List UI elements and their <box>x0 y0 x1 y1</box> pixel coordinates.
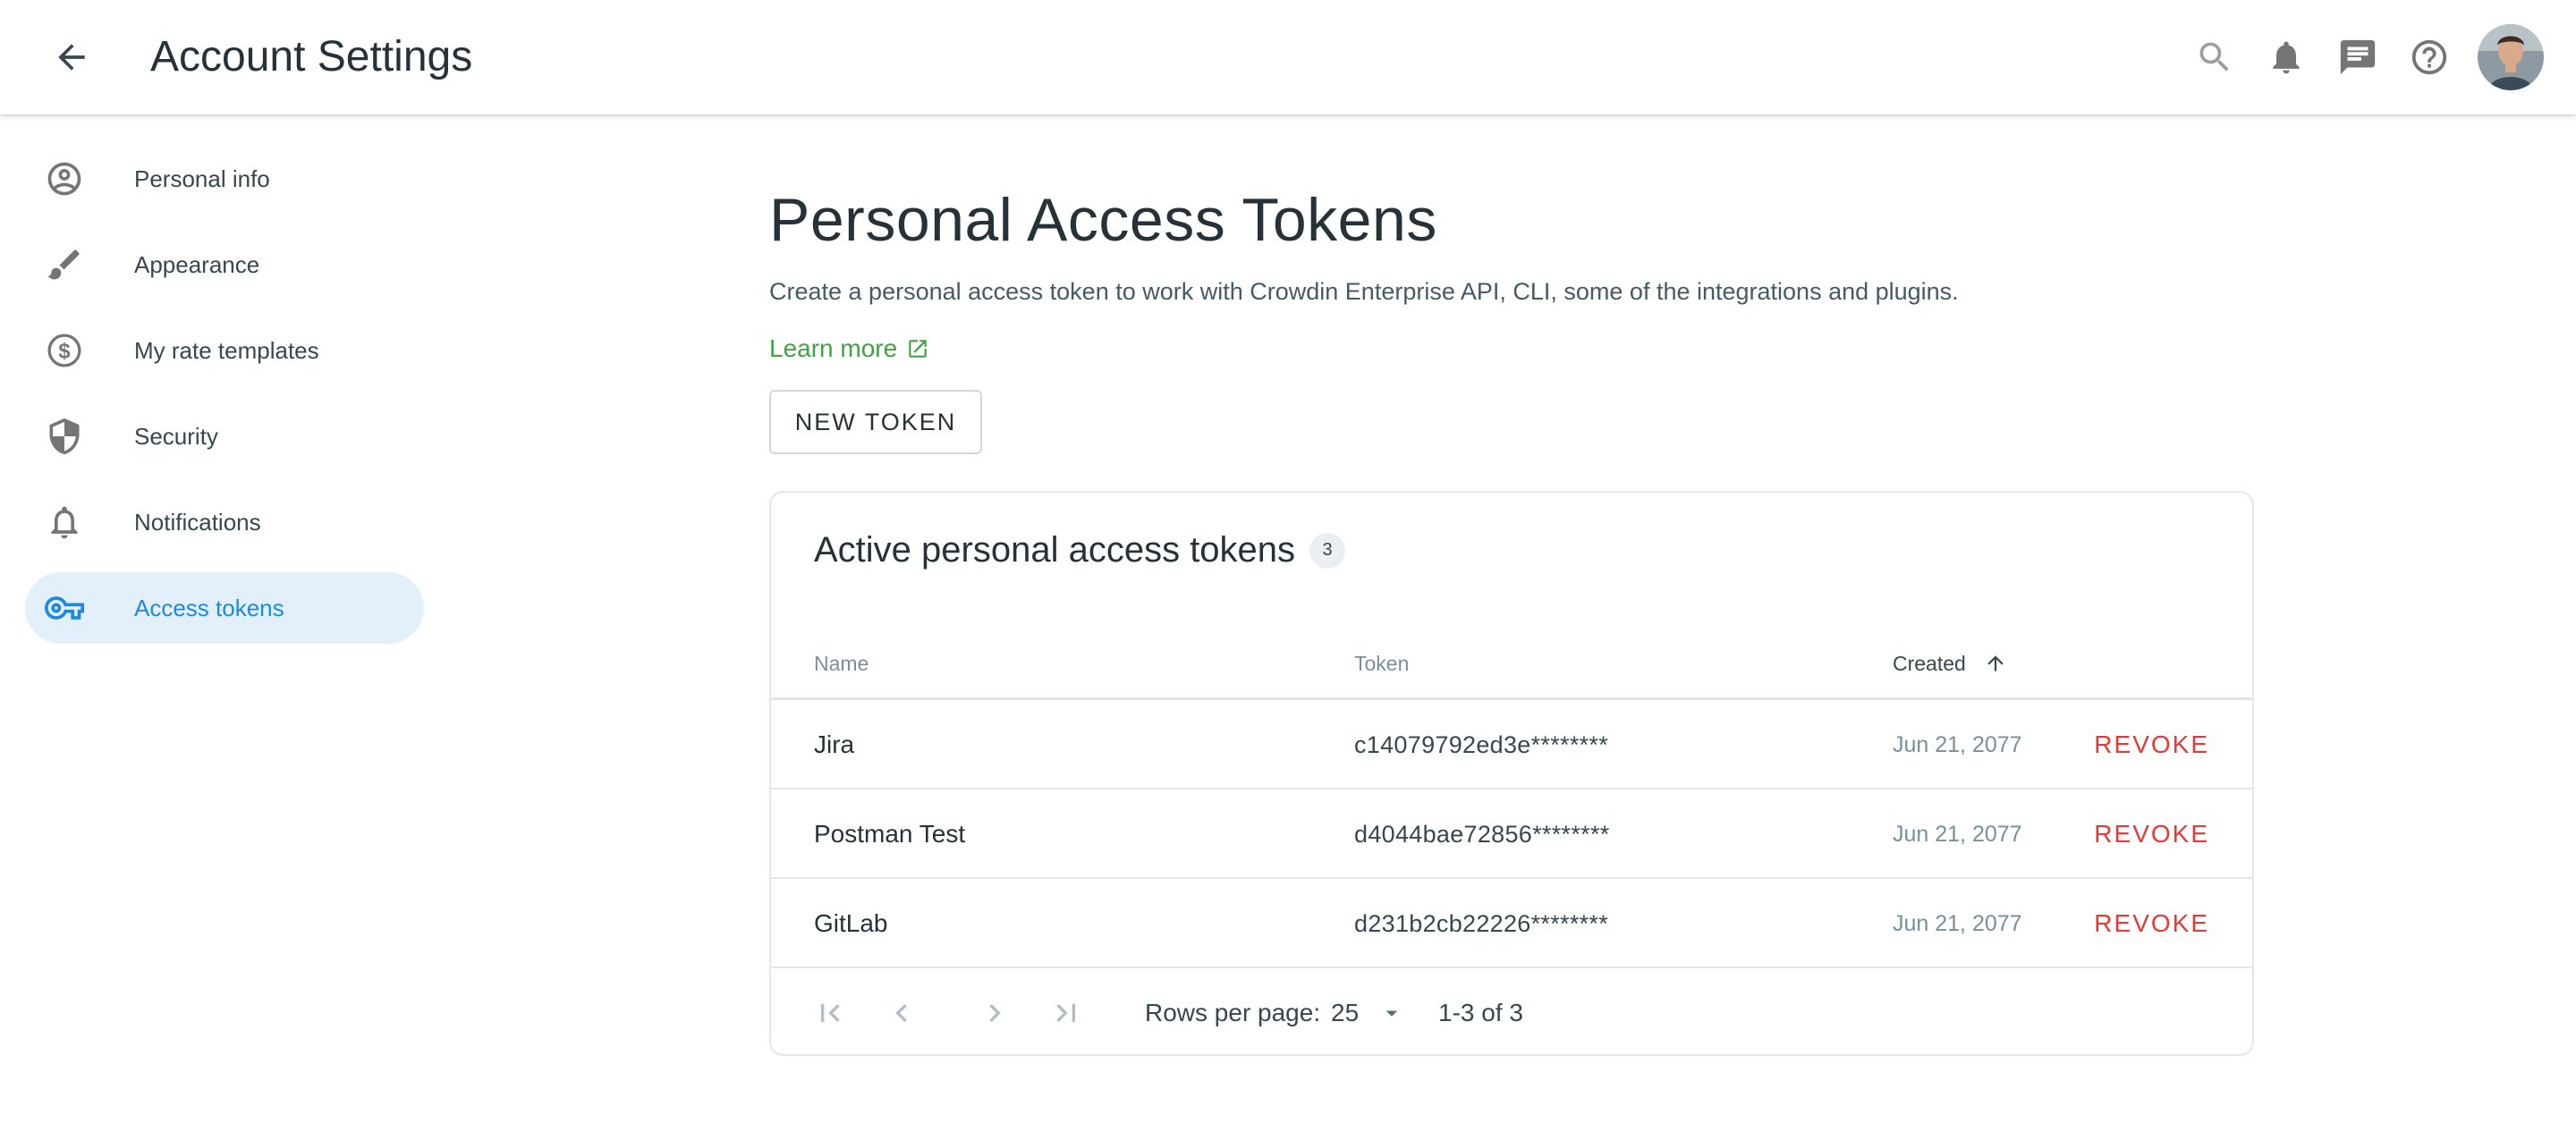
search-button[interactable] <box>2179 21 2250 93</box>
open-in-new-icon <box>906 337 929 360</box>
sidebar-item-personal-info[interactable]: Personal info <box>25 143 424 215</box>
card-header: Active personal access tokens 3 <box>814 530 1346 570</box>
pagination-range: 1-3 of 3 <box>1438 999 1523 1026</box>
tokens-card: Active personal access tokens 3 Name Tok… <box>769 491 2254 1056</box>
chevron-left-icon <box>895 1004 907 1022</box>
sidebar-item-notifications[interactable]: Notifications <box>25 486 424 558</box>
help-button[interactable] <box>2394 21 2465 93</box>
app-title: Account Settings <box>150 33 473 80</box>
token-name: GitLab <box>814 909 888 937</box>
card-title: Active personal access tokens <box>814 530 1296 570</box>
table-header: Name Token Created <box>771 627 2252 700</box>
sidebar-item-appearance[interactable]: Appearance <box>25 229 424 300</box>
revoke-button[interactable]: REVOKE <box>2094 879 2209 968</box>
token-name: Postman Test <box>814 820 966 848</box>
chat-icon <box>2340 39 2376 75</box>
chevron-right-icon <box>989 1004 1001 1022</box>
token-created: Jun 21, 2077 <box>1893 821 2022 847</box>
search-icon <box>2199 42 2229 72</box>
account-circle-icon <box>45 159 84 198</box>
user-avatar-image <box>2478 24 2544 90</box>
next-page-button[interactable] <box>973 992 1016 1034</box>
revoke-button[interactable]: REVOKE <box>2094 789 2209 879</box>
new-token-button[interactable]: NEW TOKEN <box>769 390 982 454</box>
pagination: Rows per page: 25 1-3 of 3 <box>771 970 2252 1054</box>
bell-icon <box>2273 41 2300 74</box>
notifications-button[interactable] <box>2250 21 2322 93</box>
first-page-icon <box>821 1004 840 1022</box>
token-value: d4044bae72856******** <box>1354 820 1610 848</box>
first-page-button[interactable] <box>809 992 852 1034</box>
page-description: Create a personal access token to work w… <box>769 278 1959 305</box>
sidebar-item-label: Security <box>134 422 218 450</box>
learn-more-label: Learn more <box>769 334 898 362</box>
token-created: Jun 21, 2077 <box>1893 731 2022 757</box>
learn-more-link[interactable]: Learn more <box>769 334 929 363</box>
table-row: Postman Test d4044bae72856******** Jun 2… <box>771 789 2252 879</box>
app-bar: Account Settings <box>0 0 2576 114</box>
sidebar-item-rate-templates[interactable]: $ My rate templates <box>25 315 424 386</box>
sidebar-item-label: Access tokens <box>134 594 284 621</box>
sidebar-nav: Personal info Appearance $ My rate templ… <box>25 143 424 658</box>
dropdown-arrow-icon <box>1378 1000 1405 1026</box>
sidebar-item-label: Notifications <box>134 508 261 536</box>
table-row: Jira c14079792ed3e******** Jun 21, 2077 … <box>771 700 2252 789</box>
column-header-created-label: Created <box>1893 651 1966 675</box>
back-button[interactable] <box>43 29 100 86</box>
sidebar-item-label: Personal info <box>134 165 270 192</box>
token-value: c14079792ed3e******** <box>1354 730 1609 758</box>
revoke-button[interactable]: REVOKE <box>2094 700 2209 789</box>
sidebar-item-security[interactable]: Security <box>25 401 424 472</box>
token-value: d231b2cb22226******** <box>1354 909 1609 937</box>
arrow-back-icon <box>58 44 85 71</box>
token-name: Jira <box>814 730 855 758</box>
sidebar-item-access-tokens[interactable]: Access tokens <box>25 572 424 644</box>
page-title: Personal Access Tokens <box>769 186 1437 254</box>
bell-outline-icon <box>45 502 84 542</box>
rows-per-page-select[interactable]: 25 <box>1331 970 1405 1054</box>
token-created: Jun 21, 2077 <box>1893 910 2022 936</box>
count-badge: 3 <box>1309 532 1346 569</box>
brush-icon <box>45 245 84 284</box>
key-icon <box>45 588 84 628</box>
last-page-icon <box>1056 1004 1075 1022</box>
rows-per-page-label: Rows per page: <box>1145 999 1321 1026</box>
main-content: Personal Access Tokens Create a personal… <box>769 179 2254 454</box>
sidebar-item-label: Appearance <box>134 250 260 278</box>
sort-ascending-icon <box>1984 652 2007 675</box>
sidebar-item-label: My rate templates <box>134 336 319 364</box>
table-row: GitLab d231b2cb22226******** Jun 21, 207… <box>771 879 2252 968</box>
top-actions <box>2179 20 2544 95</box>
help-icon <box>2411 39 2447 75</box>
messages-button[interactable] <box>2322 21 2394 93</box>
previous-page-button[interactable] <box>880 992 923 1034</box>
column-header-created[interactable]: Created <box>1893 627 2007 700</box>
avatar[interactable] <box>2478 24 2544 90</box>
column-header-token: Token <box>1354 651 1410 675</box>
column-header-name: Name <box>814 651 869 675</box>
svg-text:$: $ <box>58 339 70 363</box>
shield-icon <box>45 417 84 456</box>
dollar-circle-icon: $ <box>45 331 84 370</box>
rows-per-page-value: 25 <box>1331 999 1360 1026</box>
last-page-button[interactable] <box>1045 992 1088 1034</box>
